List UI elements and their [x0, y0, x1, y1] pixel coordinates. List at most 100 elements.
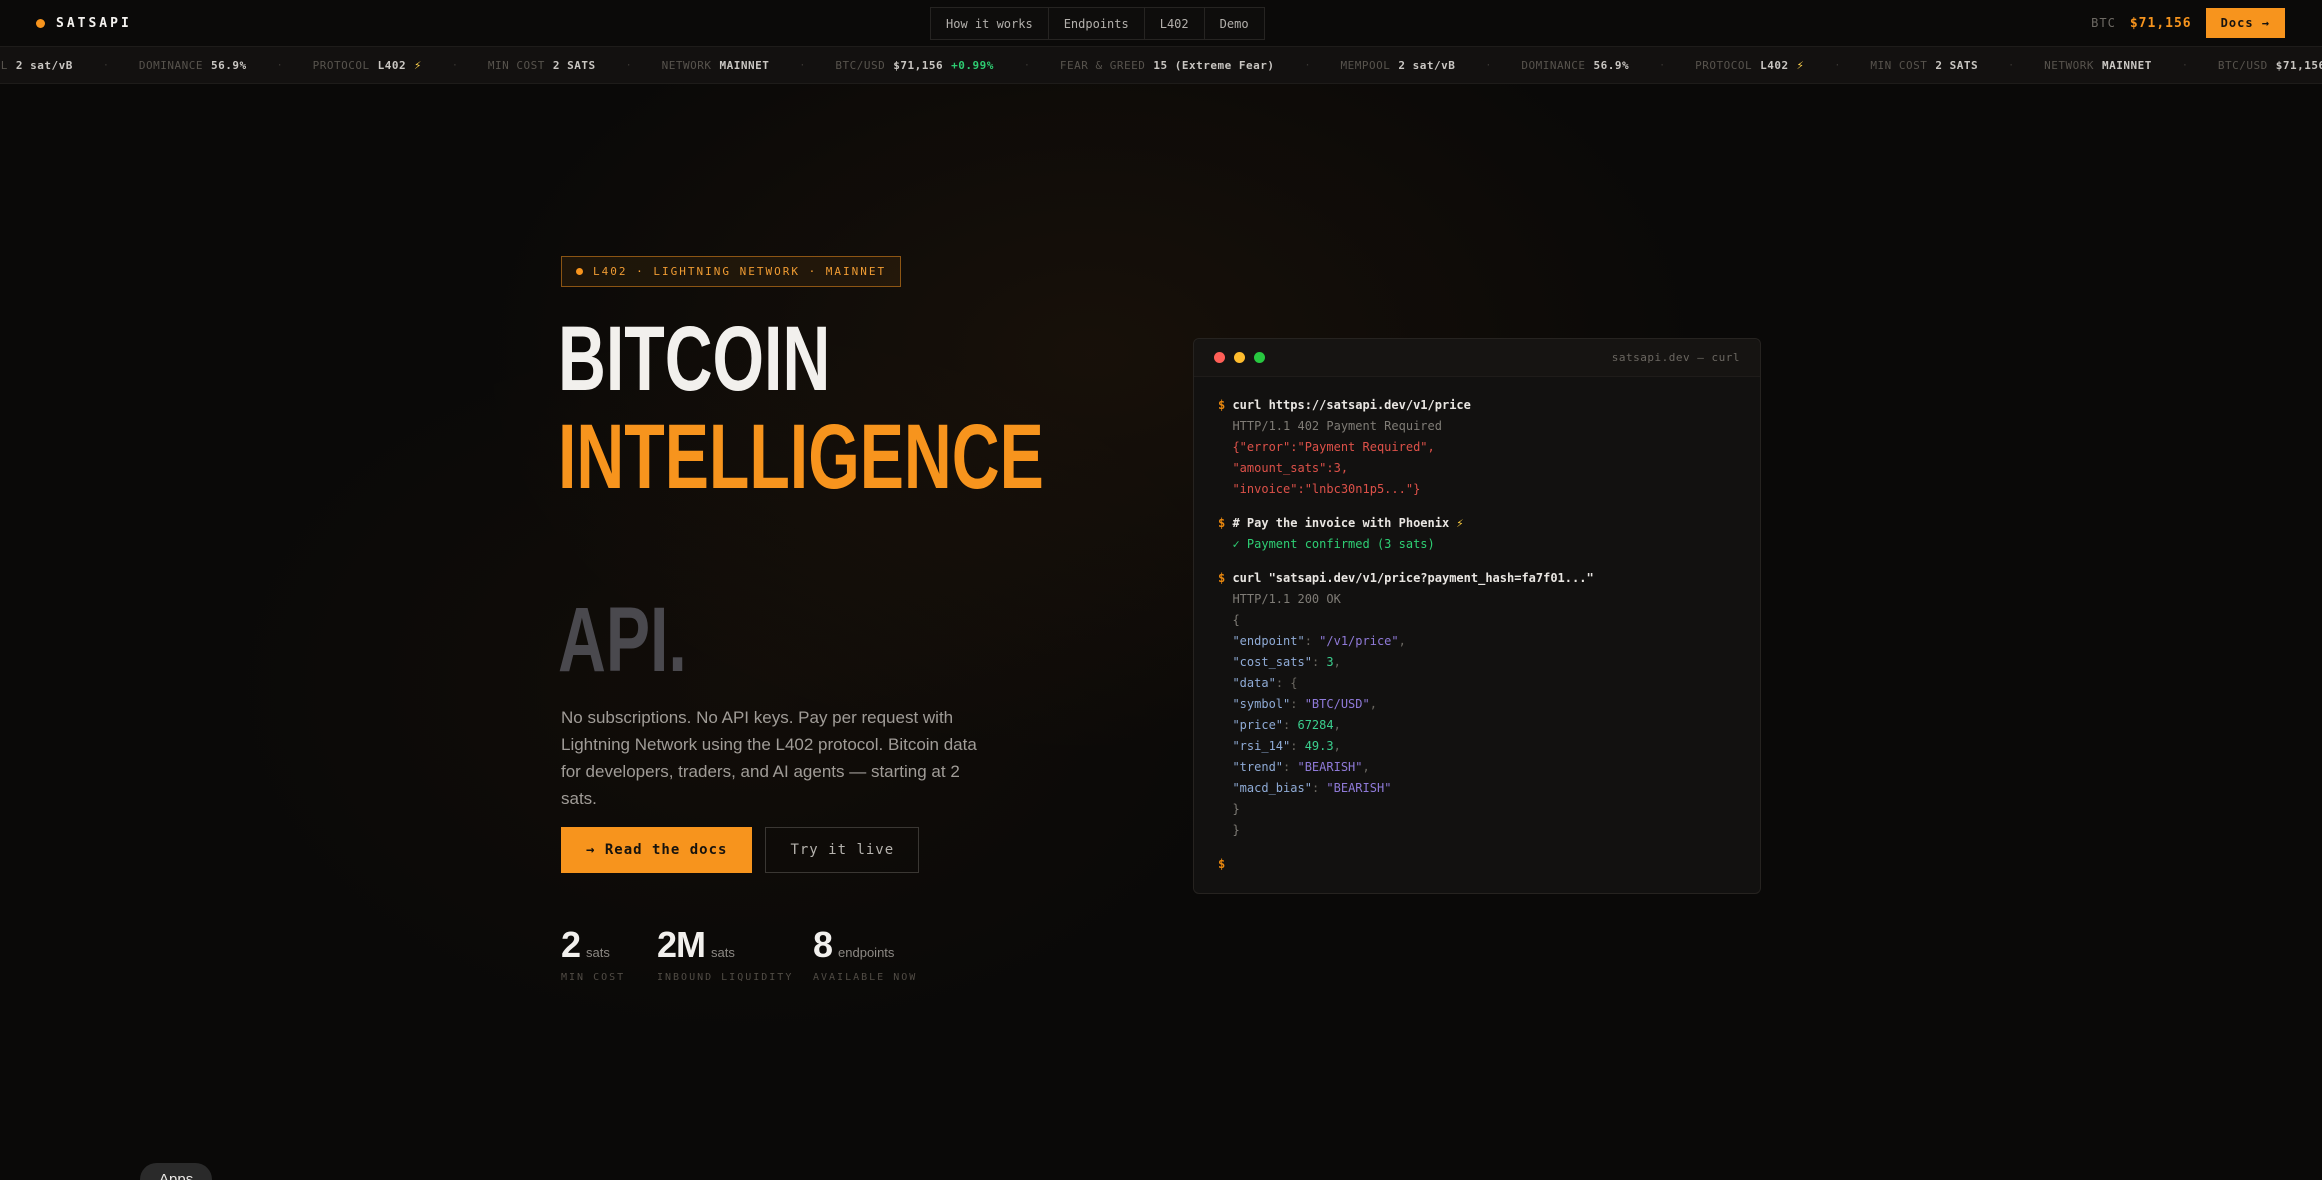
terminal-segment: "cost_sats"	[1232, 655, 1311, 669]
stat-label: INBOUND LIQUIDITY	[657, 972, 793, 983]
terminal-segment: HTTP/1.1 200 OK	[1232, 592, 1340, 606]
ticker-separator: ·	[1834, 60, 1840, 71]
terminal-segment: :	[1290, 697, 1304, 711]
ticker-item-value: MAINNET	[720, 59, 770, 72]
terminal-indent	[1218, 440, 1232, 454]
terminal-minimize-icon[interactable]	[1234, 352, 1245, 363]
ticker-item: FEAR & GREED15 (Extreme Fear)	[1060, 59, 1275, 72]
terminal-prompt: $	[1218, 398, 1232, 412]
ticker-item: PROTOCOLL402⚡	[313, 58, 422, 72]
terminal-segment: "endpoint"	[1232, 634, 1304, 648]
ticker-item: MIN COST 2 SATS	[488, 59, 596, 72]
terminal-segment: ,	[1370, 697, 1377, 711]
terminal-segment: "BEARISH"	[1297, 760, 1362, 774]
terminal-line: {	[1218, 610, 1736, 631]
ticker-item-value: 15 (Extreme Fear)	[1153, 59, 1274, 72]
logo[interactable]: SATSAPI	[36, 0, 132, 46]
nav-item-endpoints[interactable]: Endpoints	[1048, 8, 1144, 39]
logo-dot-icon	[36, 19, 45, 28]
stat-block: 2satsMIN COST	[561, 927, 625, 983]
nav-item-demo[interactable]: Demo	[1204, 8, 1264, 39]
terminal-segment: :	[1283, 718, 1297, 732]
terminal-indent	[1218, 781, 1232, 795]
ticker-item: DOMINANCE 56.9%	[1521, 59, 1629, 72]
terminal-segment: {"error":"Payment Required",	[1232, 440, 1434, 454]
terminal-zoom-icon[interactable]	[1254, 352, 1265, 363]
hero-heading-line-2: INTELLIGENCE	[558, 411, 1044, 503]
ticker-item-label: MIN COST	[488, 59, 545, 72]
ticker-item: MEMPOOL2 sat/vB	[1341, 59, 1456, 72]
ticker-item-value: $71,156	[893, 59, 943, 72]
ticker-item-value: 2 SATS	[553, 59, 596, 72]
terminal-window: satsapi.dev — curl $ curl https://satsap…	[1193, 338, 1761, 894]
terminal-line: "price": 67284,	[1218, 715, 1736, 736]
nav-item-l402[interactable]: L402	[1144, 8, 1204, 39]
ticker-separator: ·	[1485, 60, 1491, 71]
hero-heading-line-1: BITCOIN	[558, 313, 830, 405]
ticker-item-value: 56.9%	[1594, 59, 1630, 72]
ticker-item-value: 2 sat/vB	[1398, 59, 1455, 72]
ticker-item: MIN COST2 SATS	[1870, 59, 1978, 72]
terminal-segment: ,	[1334, 655, 1341, 669]
terminal-prompt: $	[1218, 857, 1232, 871]
terminal-segment: "symbol"	[1232, 697, 1290, 711]
ticker-separator: ·	[452, 60, 458, 71]
btc-ticker-price: $71,156	[2130, 16, 2192, 31]
terminal-segment: :	[1312, 655, 1326, 669]
ticker-item-label: BTC/USD	[2218, 59, 2268, 72]
ticker-item: DOMINANCE 56.9%	[139, 59, 247, 72]
docs-button[interactable]: Docs →	[2206, 8, 2285, 38]
ticker-item-change: +0.99%	[951, 59, 994, 72]
terminal-segment: "BTC/USD"	[1305, 697, 1370, 711]
ticker-item-label: NETWORK	[662, 59, 712, 72]
ticker-separator: ·	[277, 60, 283, 71]
terminal-line: "rsi_14": 49.3,	[1218, 736, 1736, 757]
ticker-item: BTC/USD$71,156+0.99%	[2218, 59, 2322, 72]
terminal-line: ✓ Payment confirmed (3 sats)	[1218, 534, 1736, 555]
terminal-line: "symbol": "BTC/USD",	[1218, 694, 1736, 715]
terminal-title: satsapi.dev — curl	[1612, 351, 1740, 364]
ticker-item-value: 2 sat/vB	[16, 59, 73, 72]
hero-heading-line-3: API.	[558, 594, 687, 686]
terminal-segment: :	[1290, 739, 1304, 753]
terminal-segment: :	[1283, 760, 1297, 774]
terminal-line: "amount_sats":3,	[1218, 458, 1736, 479]
terminal-line: HTTP/1.1 200 OK	[1218, 589, 1736, 610]
terminal-segment: # Pay the invoice with Phoenix	[1232, 516, 1456, 530]
ticker-item: BTC/USD$71,156+0.99%	[835, 59, 993, 72]
stat-label: AVAILABLE NOW	[813, 972, 917, 983]
terminal-close-icon[interactable]	[1214, 352, 1225, 363]
btc-ticker-label: BTC	[2091, 16, 2116, 30]
terminal-indent	[1218, 592, 1232, 606]
stat-label: MIN COST	[561, 972, 625, 983]
ticker-separator: ·	[103, 60, 109, 71]
ticker-separator: ·	[799, 60, 805, 71]
ticker-separator: ·	[1659, 60, 1665, 71]
terminal-line: HTTP/1.1 402 Payment Required	[1218, 416, 1736, 437]
ticker-item-label: PROTOCOL	[1695, 59, 1752, 72]
stats-ticker-bar: MEMPOOL2 sat/vB · DOMINANCE 56.9% · PROTOCOLL…	[0, 46, 2322, 84]
ticker-item-label: DOMINANCE	[139, 59, 203, 72]
try-it-live-button[interactable]: Try it live	[765, 827, 919, 873]
terminal-line: $	[1218, 854, 1736, 875]
terminal-segment: curl https://satsapi.dev/v1/price	[1232, 398, 1470, 412]
nav-item-how-it-works[interactable]: How it works	[931, 8, 1048, 39]
lightning-icon: ⚡	[1797, 58, 1805, 72]
logo-text: SATSAPI	[56, 16, 132, 31]
terminal-indent	[1218, 739, 1232, 753]
ticker-item-value: 56.9%	[211, 59, 247, 72]
stat-unit: endpoints	[838, 945, 894, 960]
read-docs-button[interactable]: → Read the docs	[561, 827, 752, 873]
terminal-line: {"error":"Payment Required",	[1218, 437, 1736, 458]
terminal-indent	[1218, 461, 1232, 475]
ticker-item-label: DOMINANCE	[1521, 59, 1585, 72]
ticker-item-label: MIN COST	[1870, 59, 1927, 72]
terminal-line: $ # Pay the invoice with Phoenix ⚡	[1218, 513, 1736, 534]
terminal-line: "trend": "BEARISH",	[1218, 757, 1736, 778]
hero-description: No subscriptions. No API keys. Pay per r…	[561, 704, 986, 812]
terminal-segment: ⚡	[1456, 516, 1463, 530]
lightning-icon: ⚡	[414, 58, 422, 72]
apps-button[interactable]: Apps	[140, 1163, 212, 1180]
terminal-line: }	[1218, 820, 1736, 841]
terminal-indent	[1218, 634, 1232, 648]
